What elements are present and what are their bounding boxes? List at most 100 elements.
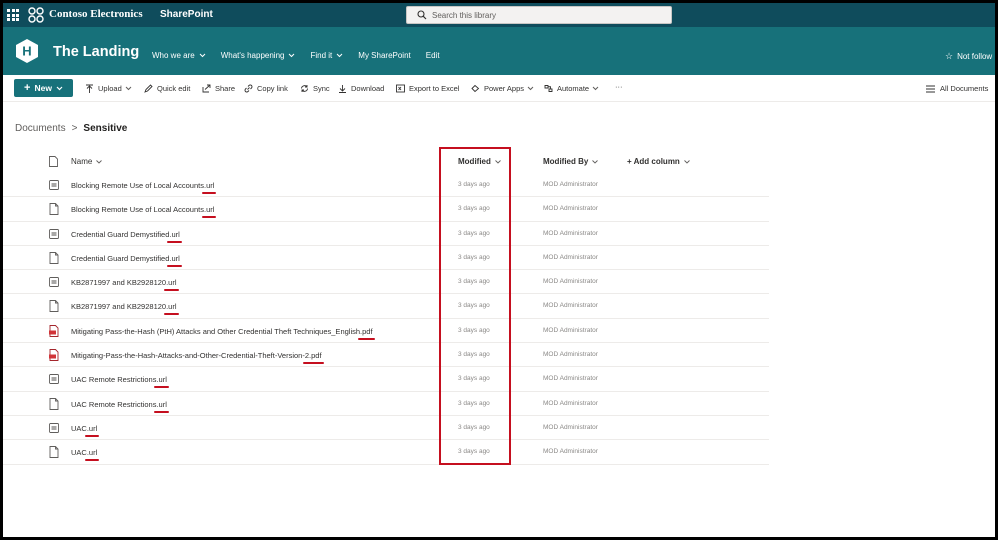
modified-by-cell[interactable]: MOD Administrator (543, 302, 598, 309)
file-name-link[interactable]: Mitigating-Pass-the-Hash-Attacks-and-Oth… (71, 351, 324, 365)
chevron-down-icon (592, 159, 599, 164)
nav-item-find-it[interactable]: Find it (310, 51, 343, 60)
file-base-name: UAC (71, 423, 87, 433)
file-name-link[interactable]: Mitigating Pass-the-Hash (PtH) Attacks a… (71, 326, 375, 340)
chevron-down-icon (125, 86, 132, 91)
table-row[interactable]: UAC.url 3 days ago MOD Administrator (3, 416, 769, 441)
file-name-link[interactable]: KB2871997 and KB2928120.url (71, 278, 180, 292)
file-name-link[interactable]: UAC Remote Restrictions.url (71, 400, 170, 413)
command-label: Power Apps (484, 84, 525, 93)
file-base-name: Blocking Remote Use of Local Accounts (71, 181, 204, 190)
file-name-link[interactable]: UAC.url (71, 423, 100, 437)
file-extension: .pdf (358, 326, 375, 340)
table-row[interactable]: KB2871997 and KB2928120.url 3 days ago MOD… (3, 294, 769, 319)
table-row[interactable]: Mitigating Pass-the-Hash (PtH) Attacks a… (3, 319, 769, 344)
column-name[interactable]: Name (71, 157, 103, 166)
share-button[interactable]: Share (202, 84, 235, 93)
automate-button[interactable]: Automate (544, 84, 603, 93)
modified-by-cell[interactable]: MOD Administrator (543, 205, 598, 212)
chevron-down-icon (527, 86, 534, 91)
file-base-name: Mitigating Pass-the-Hash (PtH) Attacks a… (71, 326, 361, 336)
command-label: Sync (313, 84, 330, 93)
table-row[interactable]: KB2871997 and KB2928120.url 3 days ago MOD… (3, 270, 769, 295)
download-button[interactable]: Download (338, 84, 384, 93)
export-to-excel-button[interactable]: Export to Excel (396, 84, 459, 93)
site-logo-icon[interactable]: H (14, 38, 40, 64)
file-base-name: Blocking Remote Use of Local Accounts (71, 205, 204, 215)
modified-column-highlight (439, 147, 511, 465)
app-launcher-icon[interactable] (7, 9, 19, 21)
nav-item-my-sharepoint[interactable]: My SharePoint (358, 51, 410, 60)
automate-icon (544, 85, 553, 92)
command-bar: + New All Documents Upload Quick edit Shar… (3, 75, 995, 102)
table-row[interactable]: Credential Guard Demystified.url 3 days a… (3, 246, 769, 271)
table-row[interactable]: UAC.url 3 days ago MOD Administrator (3, 440, 769, 465)
chevron-down-icon (96, 159, 103, 164)
app-name[interactable]: SharePoint (160, 9, 213, 20)
nav-item-label: My SharePoint (358, 51, 411, 60)
chevron-down-icon (199, 53, 206, 58)
modified-by-cell[interactable]: MOD Administrator (543, 230, 598, 237)
new-button[interactable]: + New (14, 79, 73, 97)
table-row[interactable]: UAC Remote Restrictions.url 3 days ago MOD… (3, 367, 769, 392)
follow-button[interactable]: ☆ Not follow (945, 51, 992, 62)
pdf-icon (49, 324, 59, 337)
table-row[interactable]: Blocking Remote Use of Local Accounts.ur… (3, 197, 769, 222)
sync-button[interactable]: Sync (300, 84, 330, 93)
quick-edit-button[interactable]: Quick edit (144, 84, 190, 93)
command-label: Copy link (257, 84, 288, 93)
sync-icon (301, 85, 308, 92)
table-row[interactable]: Blocking Remote Use of Local Accounts.ur… (3, 173, 769, 198)
table-row[interactable]: Mitigating-Pass-the-Hash-Attacks-and-Oth… (3, 343, 769, 368)
share-icon (202, 84, 211, 93)
document-icon (49, 397, 59, 410)
column-modified-by[interactable]: Modified By (543, 157, 599, 166)
copy-link-button[interactable]: Copy link (244, 84, 288, 93)
file-extension: .url (164, 302, 180, 316)
breadcrumb-separator: > (71, 123, 78, 134)
file-name-link[interactable]: UAC.url (71, 448, 100, 462)
file-name-link[interactable]: UAC Remote Restrictions.url (71, 375, 170, 389)
more-commands-button[interactable]: ··· (615, 82, 623, 91)
file-type-column-icon[interactable] (49, 156, 58, 167)
plus-icon: + (24, 82, 31, 94)
modified-by-cell[interactable]: MOD Administrator (543, 181, 598, 188)
command-label: Share (215, 84, 236, 93)
modified-by-cell[interactable]: MOD Administrator (543, 424, 598, 431)
file-name-link[interactable]: Blocking Remote Use of Local Accounts.ur… (71, 181, 217, 194)
modified-by-cell[interactable]: MOD Administrator (543, 254, 598, 261)
file-name-link[interactable]: KB2871997 and KB2928120.url (71, 302, 180, 316)
view-label: All Documents (940, 84, 989, 93)
add-column-button[interactable]: + Add column (627, 157, 690, 166)
modified-by-cell[interactable]: MOD Administrator (543, 278, 598, 285)
modified-by-cell[interactable]: MOD Administrator (543, 400, 598, 407)
file-name-link[interactable]: Credential Guard Demystified.url (71, 253, 183, 267)
chevron-down-icon (336, 53, 343, 58)
site-logo-letter: H (22, 44, 31, 59)
link-file-icon (49, 277, 59, 288)
site-title[interactable]: The Landing (53, 44, 139, 60)
file-name-link[interactable]: Credential Guard Demystified.url (71, 230, 183, 243)
modified-by-cell[interactable]: MOD Administrator (543, 327, 598, 334)
command-label: Upload (98, 84, 122, 93)
nav-item-what-s-happening[interactable]: What's happening (221, 51, 296, 60)
modified-by-cell[interactable]: MOD Administrator (543, 375, 598, 382)
modified-by-cell[interactable]: MOD Administrator (543, 448, 598, 455)
file-name-link[interactable]: Blocking Remote Use of Local Accounts.ur… (71, 205, 217, 219)
power-apps-button[interactable]: Power Apps (471, 84, 538, 93)
file-extension: .url (164, 278, 180, 292)
file-base-name: Credential Guard Demystified (71, 253, 170, 263)
column-modified-by-label: Modified By (543, 157, 589, 166)
modified-by-cell[interactable]: MOD Administrator (543, 351, 598, 358)
table-row[interactable]: UAC Remote Restrictions.url 3 days ago MOD… (3, 392, 769, 416)
nav-item-label: Who we are (152, 51, 195, 60)
chevron-down-icon (56, 86, 63, 90)
nav-item-edit[interactable]: Edit (426, 51, 440, 60)
upload-button[interactable]: Upload (85, 84, 136, 93)
nav-item-who-we-are[interactable]: Who we are (152, 51, 206, 60)
view-selector[interactable]: All Documents (926, 84, 988, 93)
search-box[interactable]: Search this library (406, 6, 672, 24)
breadcrumb-documents[interactable]: Documents (15, 123, 66, 134)
brand-name[interactable]: Contoso Electronics (49, 8, 143, 20)
table-row[interactable]: Credential Guard Demystified.url 3 days a… (3, 222, 769, 246)
